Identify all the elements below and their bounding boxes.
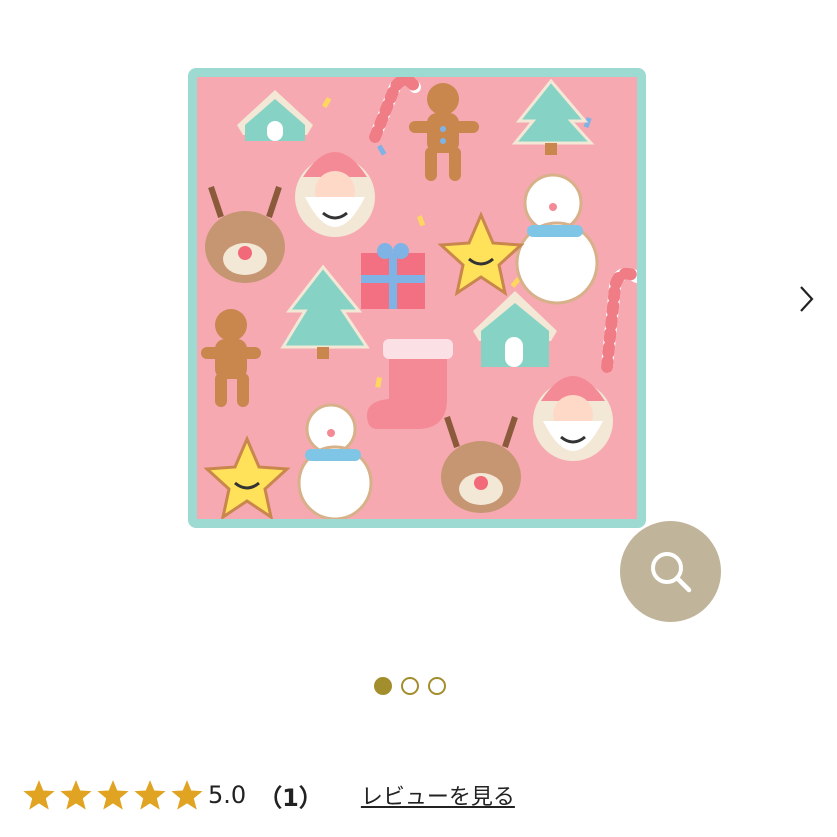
star-icon	[60, 780, 92, 810]
magnifier-icon	[650, 551, 691, 592]
chevron-right-icon	[800, 286, 814, 312]
rating-value: 5.0	[208, 781, 247, 809]
review-count: （1）	[258, 783, 323, 812]
star-icon	[171, 780, 203, 810]
zoom-button[interactable]	[620, 521, 721, 622]
cookie-pattern-illustration	[197, 77, 637, 519]
star-rating	[22, 778, 204, 812]
star-icon	[97, 780, 129, 810]
product-image[interactable]	[188, 68, 646, 528]
star-icon	[134, 780, 166, 810]
carousel-dot-1[interactable]	[374, 677, 392, 695]
rating-row: 5.0 （1） レビューを見る	[22, 775, 515, 815]
star-icon	[23, 780, 55, 810]
view-reviews-link[interactable]: レビューを見る	[361, 779, 515, 811]
carousel-next-button[interactable]	[790, 283, 822, 315]
carousel-dot-2[interactable]	[401, 677, 419, 695]
carousel-pagination	[374, 677, 446, 695]
carousel-dot-3[interactable]	[428, 677, 446, 695]
